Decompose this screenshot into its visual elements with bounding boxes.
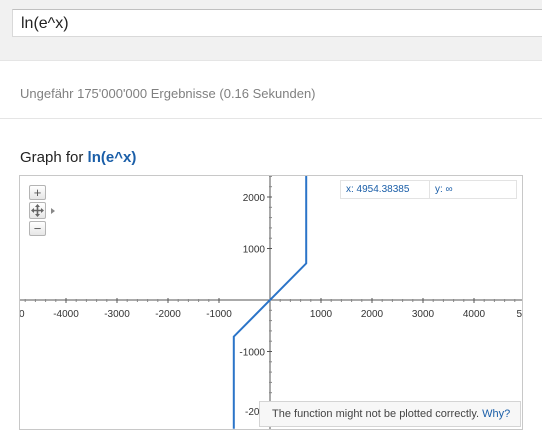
- x-tick-label: 00: [20, 309, 25, 320]
- zoom-controls: + −: [29, 185, 69, 236]
- pan-right-icon[interactable]: [49, 207, 57, 215]
- x-tick-label: -3000: [104, 309, 130, 320]
- move-icon: [31, 204, 44, 217]
- plot-warning: The function might not be plotted correc…: [259, 401, 521, 427]
- x-tick-label: 2000: [361, 309, 384, 320]
- x-tick-label: 50: [516, 309, 522, 320]
- readout-x: x: 4954.38385: [346, 184, 410, 195]
- search-box[interactable]: [12, 9, 542, 37]
- results-info: Ungefähr 175'000'000 Ergebnisse (0.16 Se…: [20, 86, 316, 101]
- x-tick-label: 4000: [463, 309, 486, 320]
- readout-y: y: ∞: [435, 184, 453, 195]
- divider: [0, 118, 542, 119]
- search-header: [0, 0, 542, 61]
- warning-text: The function might not be plotted correc…: [272, 408, 480, 420]
- x-tick-label: -2000: [155, 309, 181, 320]
- pan-handle[interactable]: [29, 202, 46, 219]
- y-tick-label: 1000: [243, 245, 266, 256]
- graph-heading: Graph for ln(e^x): [20, 149, 136, 166]
- readout-divider: [429, 181, 430, 198]
- x-tick-label: 1000: [310, 309, 333, 320]
- y-tick-label: -1000: [239, 348, 265, 359]
- coordinate-readout: x: 4954.38385 y: ∞: [340, 180, 517, 199]
- x-tick-label: 3000: [412, 309, 435, 320]
- x-tick-label: -1000: [206, 309, 232, 320]
- zoom-in-button[interactable]: +: [29, 185, 46, 200]
- x-tick-label: -4000: [53, 309, 79, 320]
- graph-panel[interactable]: 00 -4000 -3000 -2000 -1000 1000 2000 3000 4000 50…: [19, 175, 523, 430]
- zoom-out-button[interactable]: −: [29, 221, 46, 236]
- y-tick-label: 2000: [243, 193, 266, 204]
- search-input[interactable]: [13, 10, 542, 36]
- graph-heading-prefix: Graph for: [20, 149, 84, 166]
- graph-function-link[interactable]: ln(e^x): [88, 149, 137, 166]
- why-link[interactable]: Why?: [482, 408, 510, 420]
- function-plot[interactable]: 00 -4000 -3000 -2000 -1000 1000 2000 3000 4000 50…: [20, 176, 522, 429]
